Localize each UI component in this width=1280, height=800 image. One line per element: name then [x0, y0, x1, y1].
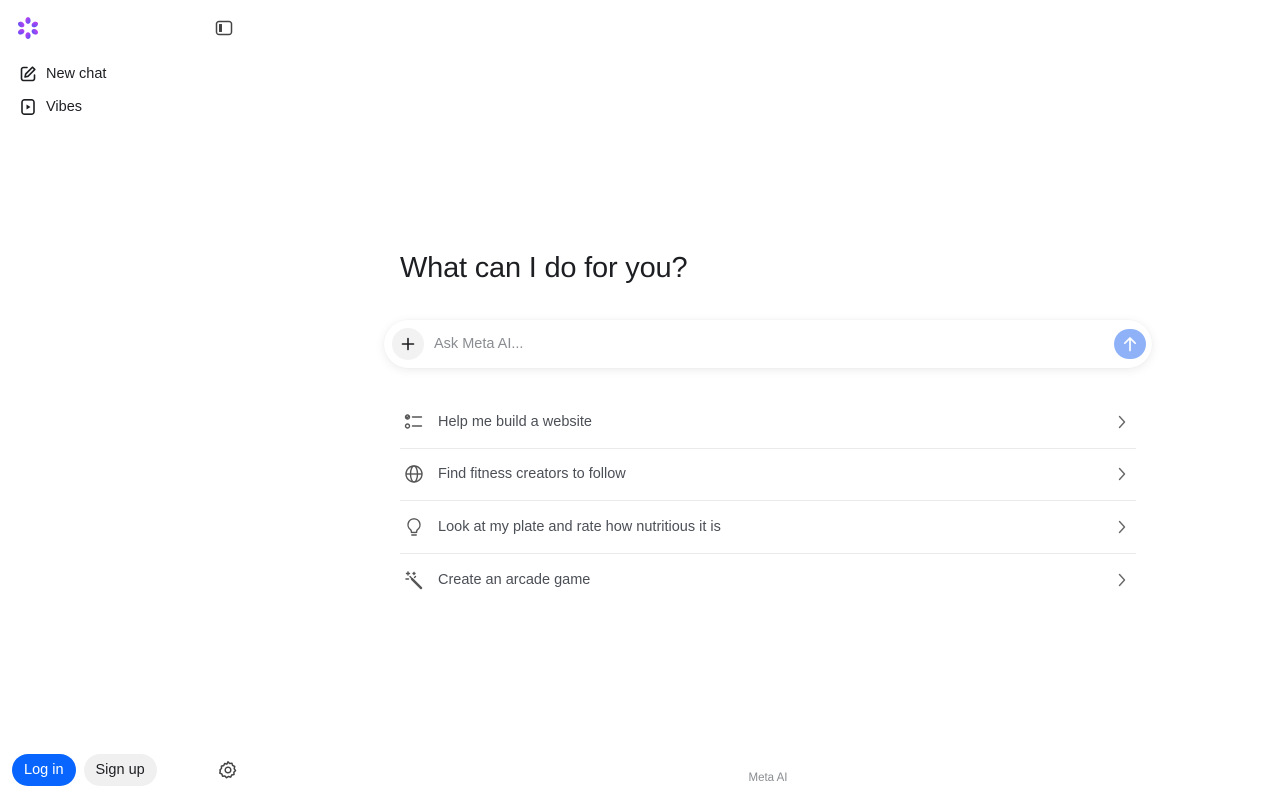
sidebar-item-new-chat[interactable]: New chat	[8, 57, 240, 90]
send-button[interactable]	[1114, 329, 1146, 359]
suggestion-item-arcade-game[interactable]: Create an arcade game	[400, 554, 1136, 607]
chevron-right-icon	[1116, 520, 1128, 534]
plus-icon	[401, 337, 415, 351]
suggestion-item-rate-plate[interactable]: Look at my plate and rate how nutritious…	[400, 501, 1136, 554]
chat-input[interactable]	[434, 332, 1094, 356]
chevron-right-icon	[1116, 573, 1128, 587]
suggestion-label: Create an arcade game	[438, 571, 591, 588]
collapse-sidebar-icon[interactable]	[212, 16, 236, 40]
chevron-right-icon	[1116, 415, 1128, 429]
signup-button[interactable]: Sign up	[83, 754, 157, 786]
chat-composer	[384, 320, 1152, 368]
login-button[interactable]: Log in	[12, 754, 76, 786]
sidebar-nav: New chat Vibes	[8, 57, 240, 123]
suggestion-label: Find fitness creators to follow	[438, 466, 626, 483]
sidebar-item-label: New chat	[46, 65, 107, 82]
gear-icon[interactable]	[218, 760, 238, 780]
sidebar-item-vibes[interactable]: Vibes	[8, 90, 240, 123]
compose-icon	[18, 64, 38, 84]
checklist-icon	[400, 412, 428, 432]
globe-icon	[400, 464, 428, 484]
sidebar-item-label: Vibes	[46, 98, 83, 115]
suggestion-label: Help me build a website	[438, 413, 592, 430]
suggestion-item-fitness-creators[interactable]: Find fitness creators to follow	[400, 449, 1136, 501]
arrow-up-icon	[1123, 337, 1137, 352]
sidebar: New chat Vibes Log in Sign up	[0, 0, 256, 800]
chevron-right-icon	[1116, 467, 1128, 481]
page-title: What can I do for you?	[400, 252, 688, 284]
suggestion-list: Help me build a website Find fitness cre…	[400, 396, 1136, 606]
attach-plus-button[interactable]	[392, 328, 424, 360]
lightbulb-icon	[400, 517, 428, 537]
play-square-icon	[18, 97, 38, 117]
magic-wand-icon	[400, 570, 428, 590]
suggestion-item-build-website[interactable]: Help me build a website	[400, 396, 1136, 449]
suggestion-label: Look at my plate and rate how nutritious…	[438, 518, 721, 535]
auth-actions: Log in Sign up	[12, 754, 157, 786]
footer-text: Meta AI	[748, 772, 788, 784]
meta-ai-logo-icon[interactable]	[16, 16, 40, 40]
